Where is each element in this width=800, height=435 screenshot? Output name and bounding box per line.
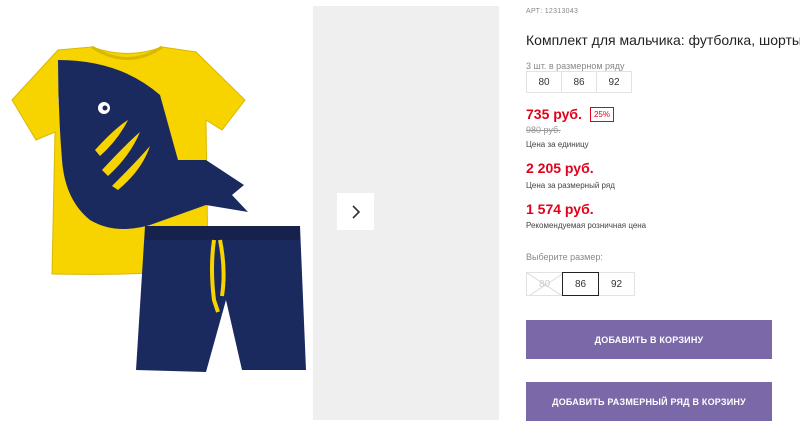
size-selector: 80 86 92	[526, 272, 635, 296]
pack-size-label: 3 шт. в размерном ряду	[526, 61, 625, 71]
add-to-cart-button[interactable]: ДОБАВИТЬ В КОРЗИНУ	[526, 320, 772, 359]
unit-price-caption: Цена за единицу	[526, 140, 589, 149]
size-select-label: Выберите размер:	[526, 252, 603, 262]
unit-price-row: 735 руб. 25%	[526, 106, 614, 122]
old-price: 980 руб.	[526, 125, 561, 135]
unit-price: 735 руб.	[526, 106, 582, 122]
retail-price: 1 574 руб.	[526, 201, 594, 217]
retail-price-caption: Рекомендуемая розничная цена	[526, 221, 647, 230]
pack-size-chip: 80	[526, 71, 562, 93]
chevron-right-icon	[351, 204, 360, 219]
discount-badge: 25%	[589, 106, 614, 122]
product-title: Комплект для мальчика: футболка, шорты	[526, 32, 800, 48]
add-pack-to-cart-button[interactable]: ДОБАВИТЬ РАЗМЕРНЫЙ РЯД В КОРЗИНУ	[526, 382, 772, 421]
pack-size-chip: 92	[596, 71, 632, 93]
product-image-main[interactable]	[0, 0, 313, 430]
size-option-disabled: 80	[526, 272, 563, 296]
gallery-next-button[interactable]	[337, 193, 374, 230]
pack-price-caption: Цена за размерный ряд	[526, 181, 615, 190]
pack-size-chip: 86	[561, 71, 597, 93]
size-option[interactable]: 92	[598, 272, 635, 296]
product-illustration	[11, 45, 306, 372]
size-option-selected[interactable]: 86	[562, 272, 599, 296]
size-option-label: 80	[538, 278, 551, 290]
article-number: АРТ: 12313043	[526, 8, 579, 15]
pack-size-list: 80 86 92	[526, 71, 632, 93]
pack-price: 2 205 руб.	[526, 160, 594, 176]
